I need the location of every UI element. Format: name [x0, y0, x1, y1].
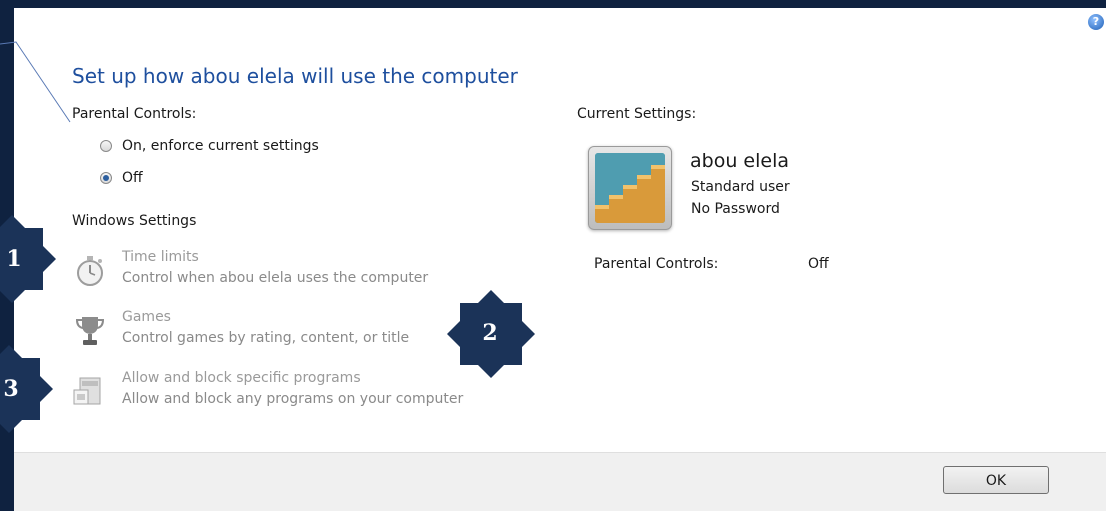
setting-games-title[interactable]: Games — [122, 307, 409, 328]
setting-time-limits[interactable]: Time limits Control when abou elela uses… — [72, 247, 428, 289]
badge-2-number: 2 — [482, 320, 498, 346]
setting-allow-block-programs-description: Allow and block any programs on your com… — [122, 391, 464, 407]
top-frame — [0, 0, 1106, 8]
ok-button[interactable]: OK — [943, 466, 1049, 494]
setting-games[interactable]: Games Control games by rating, content, … — [72, 307, 409, 349]
radio-option-off[interactable]: Off — [100, 170, 143, 186]
badge-3-number: 3 — [3, 376, 19, 402]
help-icon[interactable]: ? — [1088, 14, 1104, 30]
current-settings-heading: Current Settings: — [577, 106, 697, 122]
badge-1-number: 1 — [6, 246, 22, 272]
windows-settings-heading: Windows Settings — [72, 213, 197, 229]
setting-allow-block-programs[interactable]: Allow and block specific programs Allow … — [72, 368, 463, 410]
trophy-icon — [72, 313, 108, 349]
password-status: No Password — [691, 201, 780, 217]
account-type: Standard user — [691, 179, 790, 195]
setting-time-limits-title[interactable]: Time limits — [122, 247, 428, 268]
parental-controls-status-label: Parental Controls: — [594, 256, 719, 272]
radio-button-selected[interactable] — [100, 172, 112, 184]
badge-2: 2 — [443, 286, 539, 382]
parental-controls-status-value: Off — [808, 256, 829, 272]
badge-3: 3 — [0, 341, 57, 437]
parental-controls-heading: Parental Controls: — [72, 106, 197, 122]
radio-button[interactable] — [100, 140, 112, 152]
setting-allow-block-programs-title[interactable]: Allow and block specific programs — [122, 368, 463, 389]
setting-games-description: Control games by rating, content, or tit… — [122, 330, 410, 346]
stopwatch-icon — [72, 253, 108, 289]
staircase-picture-icon — [595, 153, 665, 223]
user-name: abou elela — [690, 150, 789, 172]
user-avatar — [588, 146, 672, 230]
badge-1: 1 — [0, 211, 60, 307]
setting-time-limits-description: Control when abou elela uses the compute… — [122, 270, 429, 286]
radio-option-off-label: Off — [122, 170, 143, 186]
page-title: Set up how abou elela will use the compu… — [72, 64, 518, 88]
radio-option-on-label: On, enforce current settings — [122, 138, 319, 154]
radio-option-on[interactable]: On, enforce current settings — [100, 138, 319, 154]
program-window-icon — [72, 374, 108, 410]
